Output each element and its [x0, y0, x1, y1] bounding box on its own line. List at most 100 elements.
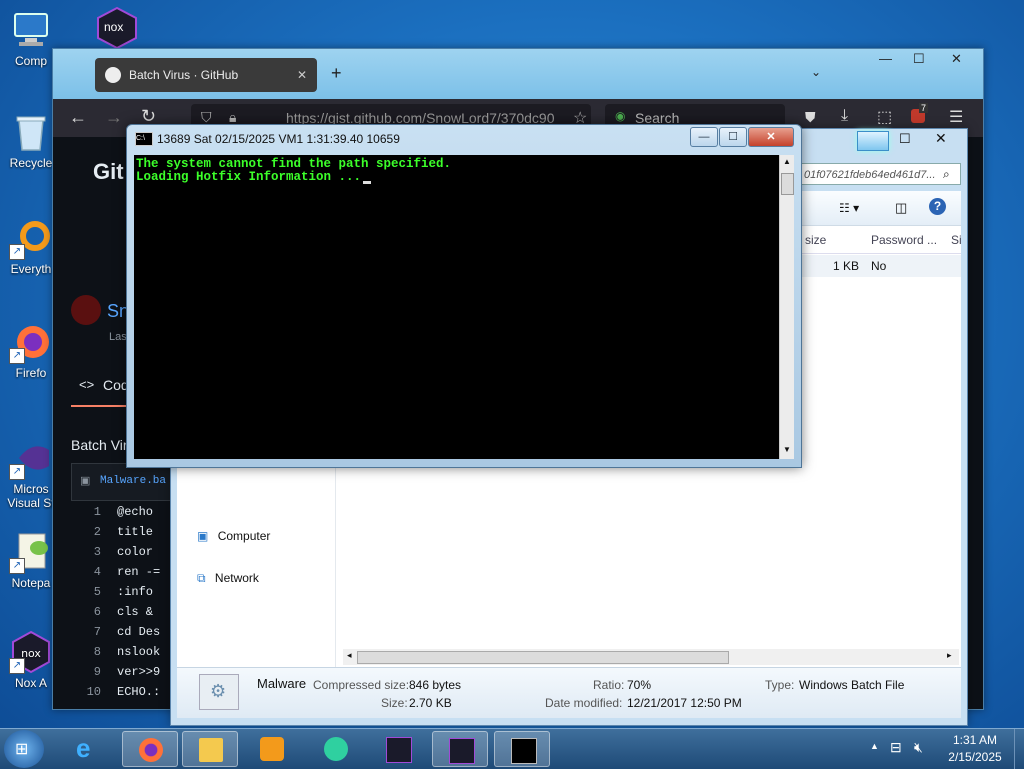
close-icon[interactable]: ✕: [935, 130, 947, 147]
taskbar-nox[interactable]: [370, 731, 426, 767]
compressed-size-label: Compressed size:: [313, 678, 410, 692]
shortcut-arrow-icon: ↗: [9, 658, 25, 674]
taskbar-explorer[interactable]: [182, 731, 238, 767]
start-button[interactable]: ⊞: [4, 730, 44, 768]
download-icon[interactable]: ⤓: [841, 107, 848, 125]
details-pane: ⚙ Malware Compressed size: 846 bytes Siz…: [177, 667, 961, 718]
folder-icon: [199, 738, 223, 762]
type-value: Windows Batch File: [799, 678, 905, 692]
console-output[interactable]: The system cannot find the path specifie…: [134, 155, 779, 459]
taskbar-firefox[interactable]: [122, 731, 178, 767]
cmd-title: 13689 Sat 02/15/2025 VM1 1:31:39.40 1065…: [157, 132, 400, 146]
show-desktop-button[interactable]: [1014, 729, 1024, 769]
github-brand[interactable]: Git: [93, 159, 124, 185]
back-icon[interactable]: ←: [69, 107, 87, 128]
windows-logo-icon: ⊞: [15, 741, 29, 758]
browser-tab[interactable]: Batch Virus · GitHub ✕: [95, 58, 317, 92]
address-text: 01f07621fdeb64ed461d7...: [804, 169, 936, 181]
console-line-with-cursor: Loading Hotfix Information ...: [136, 170, 372, 184]
column-password[interactable]: Password ...: [871, 233, 937, 247]
close-button[interactable]: ✕: [748, 127, 794, 147]
taskbar-app[interactable]: [308, 731, 364, 767]
firefox-tab-bar: Batch Virus · GitHub ✕ + ⌄ — ☐ ✕: [53, 49, 983, 99]
close-icon[interactable]: ✕: [951, 51, 962, 67]
cmd-window: C:\ 13689 Sat 02/15/2025 VM1 1:31:39.40 …: [126, 124, 802, 468]
pocket-icon[interactable]: ⛊: [805, 109, 816, 126]
vertical-scrollbar[interactable]: ▲ ▼: [779, 155, 794, 459]
code-line: 9 ver>>9: [93, 665, 161, 679]
nox-icon: [449, 738, 475, 764]
media-player-icon: [260, 737, 284, 761]
file-header: ▣ Malware.ba: [71, 463, 183, 501]
app-icon: [324, 737, 348, 761]
console-line: Loading Hotfix Information ...: [136, 170, 362, 184]
tab-code[interactable]: Cod: [103, 377, 129, 393]
avatar[interactable]: [71, 295, 101, 325]
maximize-icon[interactable]: ☐: [899, 131, 911, 147]
new-tab-icon[interactable]: +: [331, 63, 342, 84]
minimize-icon[interactable]: [857, 131, 889, 151]
minimize-button[interactable]: —: [690, 127, 718, 147]
show-hidden-icons[interactable]: ▲: [870, 741, 879, 751]
code-line: 4 ren -=: [93, 565, 161, 579]
close-tab-icon[interactable]: ✕: [297, 68, 307, 82]
search-icon[interactable]: ⌕: [943, 167, 950, 182]
taskbar-media-player[interactable]: [244, 731, 300, 767]
scrollbar-thumb[interactable]: [781, 173, 794, 195]
size-value: 2.70 KB: [409, 696, 452, 710]
batch-file-icon: ⚙: [199, 674, 239, 710]
maximize-icon[interactable]: ☐: [913, 51, 925, 67]
taskbar-nox-active[interactable]: [432, 731, 488, 767]
maximize-icon: ☐: [728, 131, 738, 143]
badge-count: 7: [919, 103, 929, 113]
menu-icon[interactable]: ☰: [949, 107, 963, 127]
nav-item-network[interactable]: ⧉ Network: [197, 571, 259, 591]
taskbar-ie[interactable]: e: [62, 731, 118, 767]
desktop-icon-nox-top[interactable]: nox: [94, 6, 140, 50]
row-password: No: [871, 259, 887, 273]
type-label: Type:: [765, 678, 795, 692]
nav-item-computer[interactable]: ▣ Computer: [197, 529, 270, 549]
preview-pane-icon[interactable]: ◫: [895, 200, 907, 216]
nox-icon: [386, 737, 412, 763]
row-size: 1 KB: [833, 259, 860, 273]
code-line: 8 nslook: [93, 645, 161, 659]
code-line: 7 cd Des: [93, 625, 161, 639]
code-icon: <>: [79, 377, 95, 392]
date-modified-label: Date modified:: [545, 696, 623, 710]
scroll-right-icon[interactable]: ▸: [947, 650, 952, 661]
shortcut-arrow-icon: ↗: [9, 348, 25, 364]
taskbar-cmd[interactable]: [494, 731, 550, 767]
shortcut-arrow-icon: ↗: [9, 464, 25, 480]
horizontal-scrollbar[interactable]: ◂ ▸: [343, 649, 959, 665]
scrollbar-thumb[interactable]: [357, 651, 729, 664]
view-options-icon[interactable]: ☷ ▾: [839, 201, 859, 215]
column-si[interactable]: Si: [951, 233, 962, 247]
clock-time: 1:31 AM: [952, 733, 998, 747]
volume-muted-icon[interactable]: 🔇︎: [914, 739, 923, 756]
code-line: 6 cls &: [93, 605, 154, 619]
tab-title: Batch Virus · GitHub: [129, 68, 239, 82]
ratio-label: Ratio:: [593, 678, 625, 692]
clock[interactable]: 1:31 AM 2/15/2025: [940, 733, 1010, 764]
notepad-plus-icon: ↗: [9, 530, 53, 574]
console-line: The system cannot find the path specifie…: [136, 157, 452, 171]
scroll-left-icon[interactable]: ◂: [347, 650, 352, 661]
file-name[interactable]: Malware.ba: [100, 475, 166, 487]
code-line: 3 color: [93, 545, 154, 559]
chevron-down-icon[interactable]: ⌄: [811, 65, 821, 79]
extensions-icon[interactable]: ⬚: [877, 107, 892, 127]
computer-icon: [9, 8, 53, 52]
minimize-icon[interactable]: —: [879, 51, 892, 66]
scroll-up-icon[interactable]: ▲: [783, 157, 791, 166]
scroll-down-icon[interactable]: ▼: [783, 445, 791, 454]
maximize-button[interactable]: ☐: [719, 127, 747, 147]
help-icon[interactable]: ?: [929, 198, 946, 215]
ratio-value: 70%: [627, 678, 652, 692]
gist-title: Batch Vir: [71, 437, 128, 453]
table-row[interactable]: 1 KB No: [797, 255, 961, 277]
forward-icon[interactable]: →: [105, 107, 123, 128]
address-bar[interactable]: 01f07621fdeb64ed461d7...: [799, 163, 961, 185]
network-icon[interactable]: ⊟: [890, 739, 902, 756]
code-line: 5:info: [93, 585, 154, 599]
